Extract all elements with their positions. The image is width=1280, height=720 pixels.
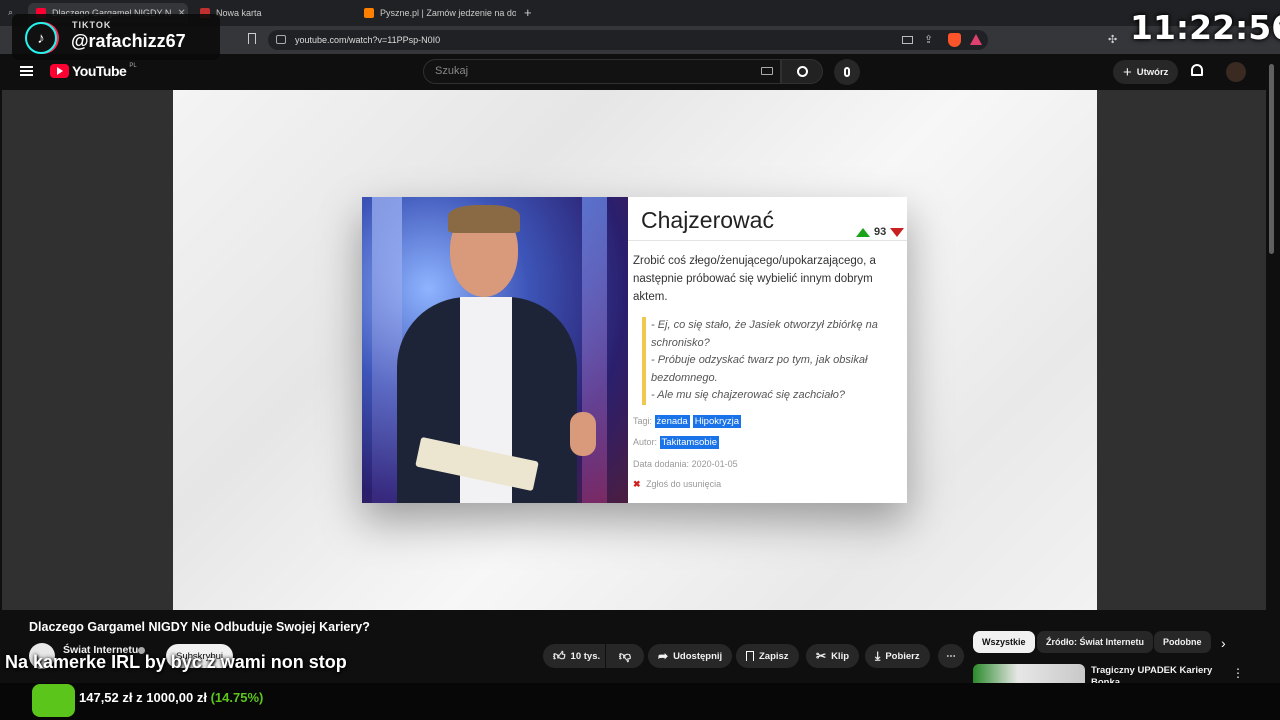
download-icon: ⤓	[875, 648, 881, 663]
save-button[interactable]: Zapisz	[736, 644, 799, 668]
author-badge: Takitamsobie	[659, 436, 719, 449]
tags-label: Tagi:	[633, 416, 653, 426]
clip-label: Klip	[831, 650, 850, 662]
definition-word: Chajzerować	[641, 207, 774, 233]
date-row: Data dodania: 2020-01-05	[633, 459, 738, 469]
plus-icon: +	[1123, 63, 1132, 81]
quote-line: - Ale mu się chajzerować się zachciało?	[651, 389, 846, 401]
save-icon	[746, 651, 754, 661]
download-button[interactable]: ⤓ Pobierz	[865, 644, 930, 668]
tiktok-label: TIKTOK	[72, 20, 112, 30]
goal-current: 147,52 zł	[79, 690, 133, 705]
youtube-logo-text: YouTube	[72, 63, 127, 79]
address-bar[interactable]: youtube.com/watch?v=11PPsp-N0I0	[268, 30, 988, 50]
date-value: 2020-01-05	[691, 459, 738, 469]
definition-text: Zrobić coś złego/żenującego/upokarzające…	[633, 255, 876, 303]
tag-badge: Hipokryzja	[692, 415, 742, 428]
like-button[interactable]: 👍︎ 10 tys.	[543, 644, 605, 668]
screen-cast-icon[interactable]	[902, 36, 913, 44]
stream-caption: Na kamerke IRL by byc z wami non stop	[5, 652, 347, 672]
youtube-play-icon	[50, 64, 69, 78]
tiktok-logo-icon: ♪	[25, 22, 57, 54]
presenter-photo	[362, 197, 628, 503]
save-label: Zapisz	[759, 650, 789, 662]
goal-text: 147,52 zł z 1000,00 zł (14.75%)	[79, 690, 263, 705]
downvote-icon	[890, 228, 904, 237]
tab-label: Pyszne.pl | Zamów jedzenie na dowóz	[380, 8, 516, 18]
chip-all[interactable]: Wszystkie	[973, 631, 1035, 653]
avatar[interactable]	[1226, 62, 1246, 82]
more-icon: ⋯	[946, 650, 956, 662]
brave-shield-icon[interactable]	[948, 33, 961, 47]
card-divider	[628, 240, 907, 241]
tab-label: Nowa karta	[216, 8, 262, 18]
report-icon: ✖	[633, 479, 641, 489]
quote-line: - Ej, co się stało, że Jasiek otworzył z…	[651, 319, 878, 331]
search-placeholder: Szukaj	[435, 65, 469, 77]
clip-button[interactable]: ✂ Klip	[806, 644, 860, 668]
goal-target: 1000,00 zł	[146, 690, 207, 705]
goal-progress-fill	[32, 684, 75, 717]
tags-row: Tagi: żenada Hipokryzja	[633, 415, 744, 428]
report-row: ✖ Zgłoś do usunięcia	[633, 479, 721, 490]
keyboard-icon[interactable]	[761, 67, 773, 75]
region-label: PL	[129, 63, 137, 69]
quote-line: schronisko?	[651, 336, 710, 349]
quote-line: bezdomnego.	[651, 371, 718, 384]
dislike-button[interactable]: 👎︎	[606, 644, 644, 668]
chip-source[interactable]: Źródło: Świat Internetu	[1037, 631, 1153, 653]
search-icon	[796, 66, 808, 77]
tab-pyszne[interactable]: Pyszne.pl | Zamów jedzenie na dowóz	[356, 3, 516, 23]
tiktok-overlay: ♪ TIKTOK @rafachizz67	[12, 14, 220, 60]
create-label: Utwórz	[1136, 66, 1169, 78]
report-label: Zgłoś do usunięcia	[646, 479, 722, 489]
share-page-icon[interactable]: ⇪	[924, 33, 933, 46]
score-value: 93	[874, 226, 887, 238]
scissors-icon: ✂	[816, 649, 827, 663]
menu-icon[interactable]	[20, 66, 33, 76]
share-button[interactable]: ➦ Udostępnij	[648, 644, 733, 668]
video-title: Dlaczego Gargamel NIGDY Nie Odbuduje Swo…	[29, 620, 370, 634]
more-actions-button[interactable]: ⋯	[938, 644, 964, 668]
goal-percent: (14.75%)	[210, 690, 264, 705]
quote-line: - Próbuje odzyskać twarz po tym, jak obs…	[651, 354, 868, 366]
next-video-menu-icon[interactable]: ⋮	[1232, 666, 1244, 680]
search-input[interactable]: Szukaj	[423, 59, 781, 84]
site-info-icon[interactable]	[276, 35, 286, 44]
quote-bar	[642, 317, 646, 405]
share-label: Udostępnij	[673, 650, 723, 662]
voice-search-button[interactable]	[834, 59, 860, 85]
dislike-icon: 👎︎	[618, 648, 632, 663]
bookmark-icon[interactable]	[248, 33, 256, 44]
definition-card: Chajzerować 93 Zrobić coś złego/żenujące…	[628, 197, 907, 503]
extensions-icon[interactable]: ✣	[1108, 33, 1117, 46]
youtube-logo[interactable]: YouTube PL	[50, 63, 137, 79]
author-row: Autor: Takitamsobie	[633, 436, 722, 449]
microphone-icon	[844, 67, 850, 77]
scrollbar-thumb[interactable]	[1269, 64, 1274, 254]
download-label: Pobierz	[885, 650, 920, 662]
search-button[interactable]	[781, 59, 823, 84]
page-scrollbar[interactable]	[1268, 54, 1276, 684]
author-label: Autor:	[633, 437, 658, 447]
goal-separator: z	[136, 690, 143, 705]
tag-badge: żenada	[654, 415, 690, 428]
tiktok-handle: @rafachizz67	[71, 31, 186, 51]
notifications-icon[interactable]	[1191, 64, 1203, 76]
new-tab-button[interactable]: +	[524, 5, 532, 20]
url-text: youtube.com/watch?v=11PPsp-N0I0	[295, 35, 441, 45]
example-quote: - Ej, co się stało, że Jasiek otworzył z…	[651, 317, 901, 405]
chevron-right-icon[interactable]: ›	[1221, 635, 1226, 651]
brave-rewards-icon[interactable]	[970, 34, 982, 45]
date-label: Data dodania:	[633, 459, 690, 469]
share-icon: ➦	[658, 649, 669, 663]
like-icon: 👍︎	[553, 648, 566, 663]
create-button[interactable]: + Utwórz	[1113, 60, 1179, 84]
upvote-icon	[856, 228, 870, 237]
chip-similar[interactable]: Podobne	[1154, 631, 1211, 653]
like-count: 10 tys.	[570, 650, 601, 662]
clock-overlay: 11:22:56	[1130, 8, 1280, 47]
pyszne-favicon-icon	[364, 8, 374, 18]
